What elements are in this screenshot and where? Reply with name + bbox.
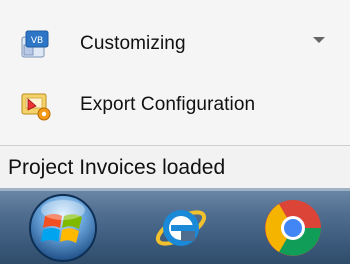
export-configuration-label: Export Configuration [80,94,256,115]
menu-item-customizing[interactable]: VB Customizing [0,22,350,66]
status-text: Project Invoices loaded [8,156,226,179]
taskbar [0,188,350,264]
vb-customize-icon: VB [18,27,52,61]
menu-item-export-configuration[interactable]: Export Configuration [0,83,350,127]
windows-start-icon [29,194,97,262]
svg-text:VB: VB [31,36,43,46]
status-bar: Project Invoices loaded [0,146,350,188]
customizing-label: Customizing [80,33,186,54]
internet-explorer-button[interactable] [126,188,236,264]
chrome-button[interactable] [236,188,350,264]
ribbon-menu: VB Customizing Export Configuration [0,0,350,146]
chevron-down-icon[interactable] [313,37,325,43]
start-button[interactable] [0,188,126,264]
internet-explorer-icon [155,210,207,246]
chrome-icon [265,200,321,256]
export-config-icon [18,88,52,122]
